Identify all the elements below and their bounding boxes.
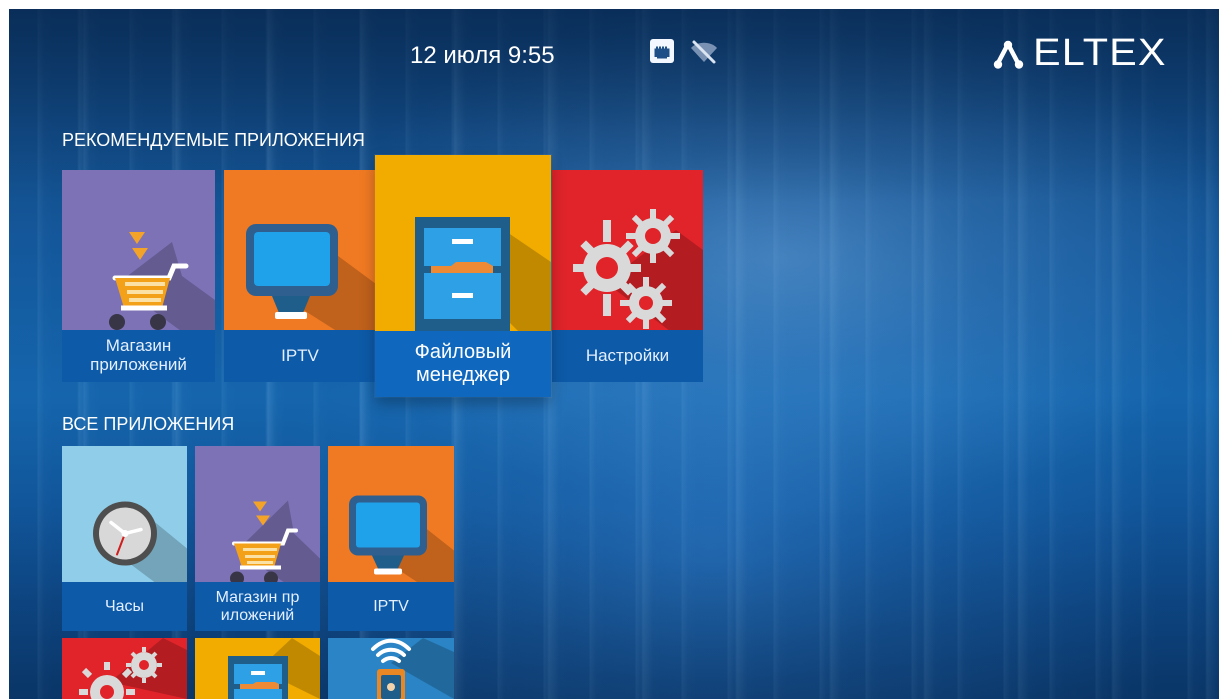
wifi-off-icon <box>689 37 719 65</box>
app-tile-remote-control[interactable] <box>328 638 454 699</box>
all-apps-title: ВСЕ ПРИЛОЖЕНИЯ <box>62 414 235 434</box>
app-tile-label: Часы <box>62 582 187 631</box>
tile-art <box>328 638 454 699</box>
app-tile-label: Настройки <box>552 330 703 382</box>
tile-art <box>195 638 320 699</box>
app-tile-label: Файловый менеджер <box>375 331 551 397</box>
date-time: 12 июля 9:55 <box>410 42 555 69</box>
eltex-logo: ELTEX <box>992 34 1166 72</box>
app-tile-label: Магазин пр иложений <box>195 582 320 631</box>
eltex-logo-icon <box>992 37 1026 69</box>
app-tile-label: IPTV <box>224 330 376 382</box>
app-tile-label: Магазин приложений <box>62 330 215 382</box>
app-tile-iptv[interactable]: IPTV <box>224 170 376 382</box>
tv-home-screen: 12 июля 9:55 ELTEX РЕКОМЕНДУЕМЫЕ ПРИЛОЖЕ… <box>9 9 1219 699</box>
app-tile-app-store-all[interactable]: Магазин пр иложений <box>195 446 320 631</box>
app-tile-settings[interactable]: Настройки <box>552 170 703 382</box>
app-tile-label: IPTV <box>328 582 454 631</box>
recommended-apps-title: РЕКОМЕНДУЕМЫЕ ПРИЛОЖЕНИЯ <box>62 130 365 150</box>
app-tile-file-manager[interactable]: Файловый менеджер <box>375 155 551 397</box>
app-tile-settings-all[interactable] <box>62 638 187 699</box>
ethernet-connected-icon <box>649 38 675 64</box>
app-tile-file-manager-all[interactable] <box>195 638 320 699</box>
app-tile-clock[interactable]: Часы <box>62 446 187 631</box>
app-tile-iptv-all[interactable]: IPTV <box>328 446 454 631</box>
eltex-logo-text: ELTEX <box>1033 32 1167 74</box>
app-tile-app-store[interactable]: Магазин приложений <box>62 170 215 382</box>
tile-art <box>62 638 187 699</box>
